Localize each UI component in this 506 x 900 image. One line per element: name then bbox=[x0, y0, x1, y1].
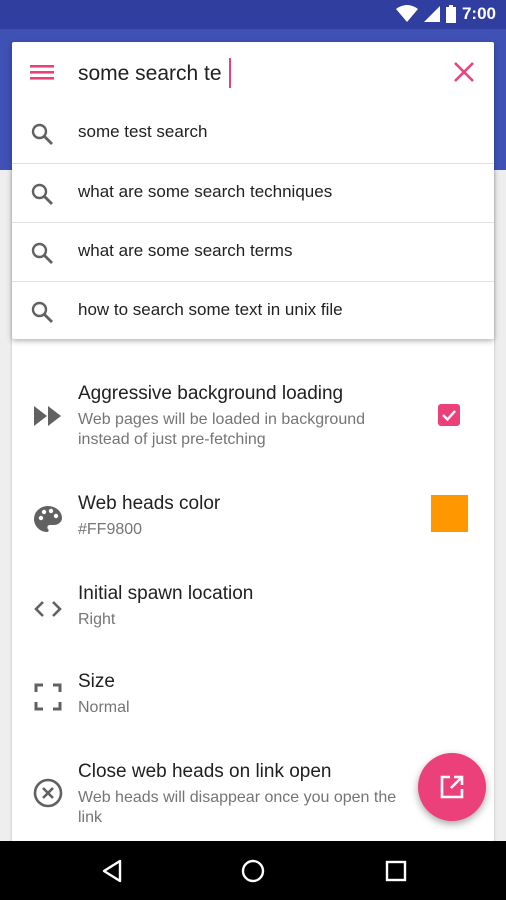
menu-icon[interactable] bbox=[30, 62, 54, 82]
battery-icon bbox=[445, 5, 456, 23]
suggestion-item[interactable]: some test search bbox=[12, 104, 494, 162]
clear-search-icon[interactable] bbox=[452, 60, 476, 84]
open-in-new-icon bbox=[440, 775, 464, 799]
setting-title: Aggressive background loading bbox=[78, 383, 344, 404]
setting-summary: #FF9800 bbox=[78, 521, 143, 538]
setting-title: Close web heads on link open bbox=[78, 761, 332, 782]
aggressive-loading-checkbox[interactable] bbox=[438, 404, 460, 426]
search-panel: some test search what are some search te… bbox=[12, 42, 494, 339]
suggestion-item[interactable]: what are some search terms bbox=[12, 222, 494, 281]
wifi-icon bbox=[395, 5, 418, 22]
text-cursor bbox=[229, 58, 231, 88]
setting-size[interactable]: Size Normal bbox=[12, 670, 494, 740]
setting-summary: Right bbox=[78, 611, 116, 628]
code-brackets-icon bbox=[34, 601, 62, 617]
suggestion-text: some test search bbox=[78, 122, 208, 141]
navigation-bar bbox=[0, 841, 506, 900]
recents-icon[interactable] bbox=[383, 858, 409, 884]
status-icons: 7:00 bbox=[395, 4, 496, 24]
open-link-fab[interactable] bbox=[418, 753, 486, 821]
home-icon[interactable] bbox=[240, 858, 266, 884]
status-bar: 7:00 bbox=[0, 0, 506, 29]
search-icon bbox=[31, 242, 53, 264]
suggestion-item[interactable]: what are some search techniques bbox=[12, 163, 494, 222]
close-circle-icon bbox=[33, 778, 63, 808]
palette-icon bbox=[34, 506, 62, 532]
back-icon[interactable] bbox=[99, 858, 125, 884]
search-icon bbox=[31, 123, 53, 145]
search-icon bbox=[31, 183, 53, 205]
search-bar bbox=[12, 42, 494, 104]
color-swatch[interactable] bbox=[431, 495, 468, 532]
suggestion-text: what are some search terms bbox=[78, 241, 293, 260]
suggestion-item[interactable]: how to search some text in unix file bbox=[12, 281, 494, 340]
suggestion-text: what are some search techniques bbox=[78, 182, 333, 201]
signal-icon bbox=[423, 6, 440, 22]
setting-summary: Normal bbox=[78, 699, 130, 716]
setting-web-heads-color[interactable]: Web heads color #FF9800 bbox=[12, 490, 494, 560]
setting-initial-spawn-location[interactable]: Initial spawn location Right bbox=[12, 580, 494, 650]
setting-summary: Web pages will be loaded in background i… bbox=[78, 411, 366, 448]
setting-title: Initial spawn location bbox=[78, 583, 254, 604]
search-icon bbox=[31, 301, 53, 323]
search-input[interactable] bbox=[78, 58, 438, 90]
setting-title: Size bbox=[78, 671, 115, 692]
setting-title: Web heads color bbox=[78, 493, 221, 514]
status-time: 7:00 bbox=[461, 4, 496, 23]
setting-summary: Web heads will disappear once you open t… bbox=[78, 789, 397, 826]
fast-forward-icon bbox=[34, 406, 61, 426]
suggestion-text: how to search some text in unix file bbox=[78, 300, 343, 319]
check-icon bbox=[442, 410, 456, 422]
fullscreen-icon bbox=[34, 683, 62, 711]
setting-aggressive-loading[interactable]: Aggressive background loading Web pages … bbox=[12, 370, 494, 470]
